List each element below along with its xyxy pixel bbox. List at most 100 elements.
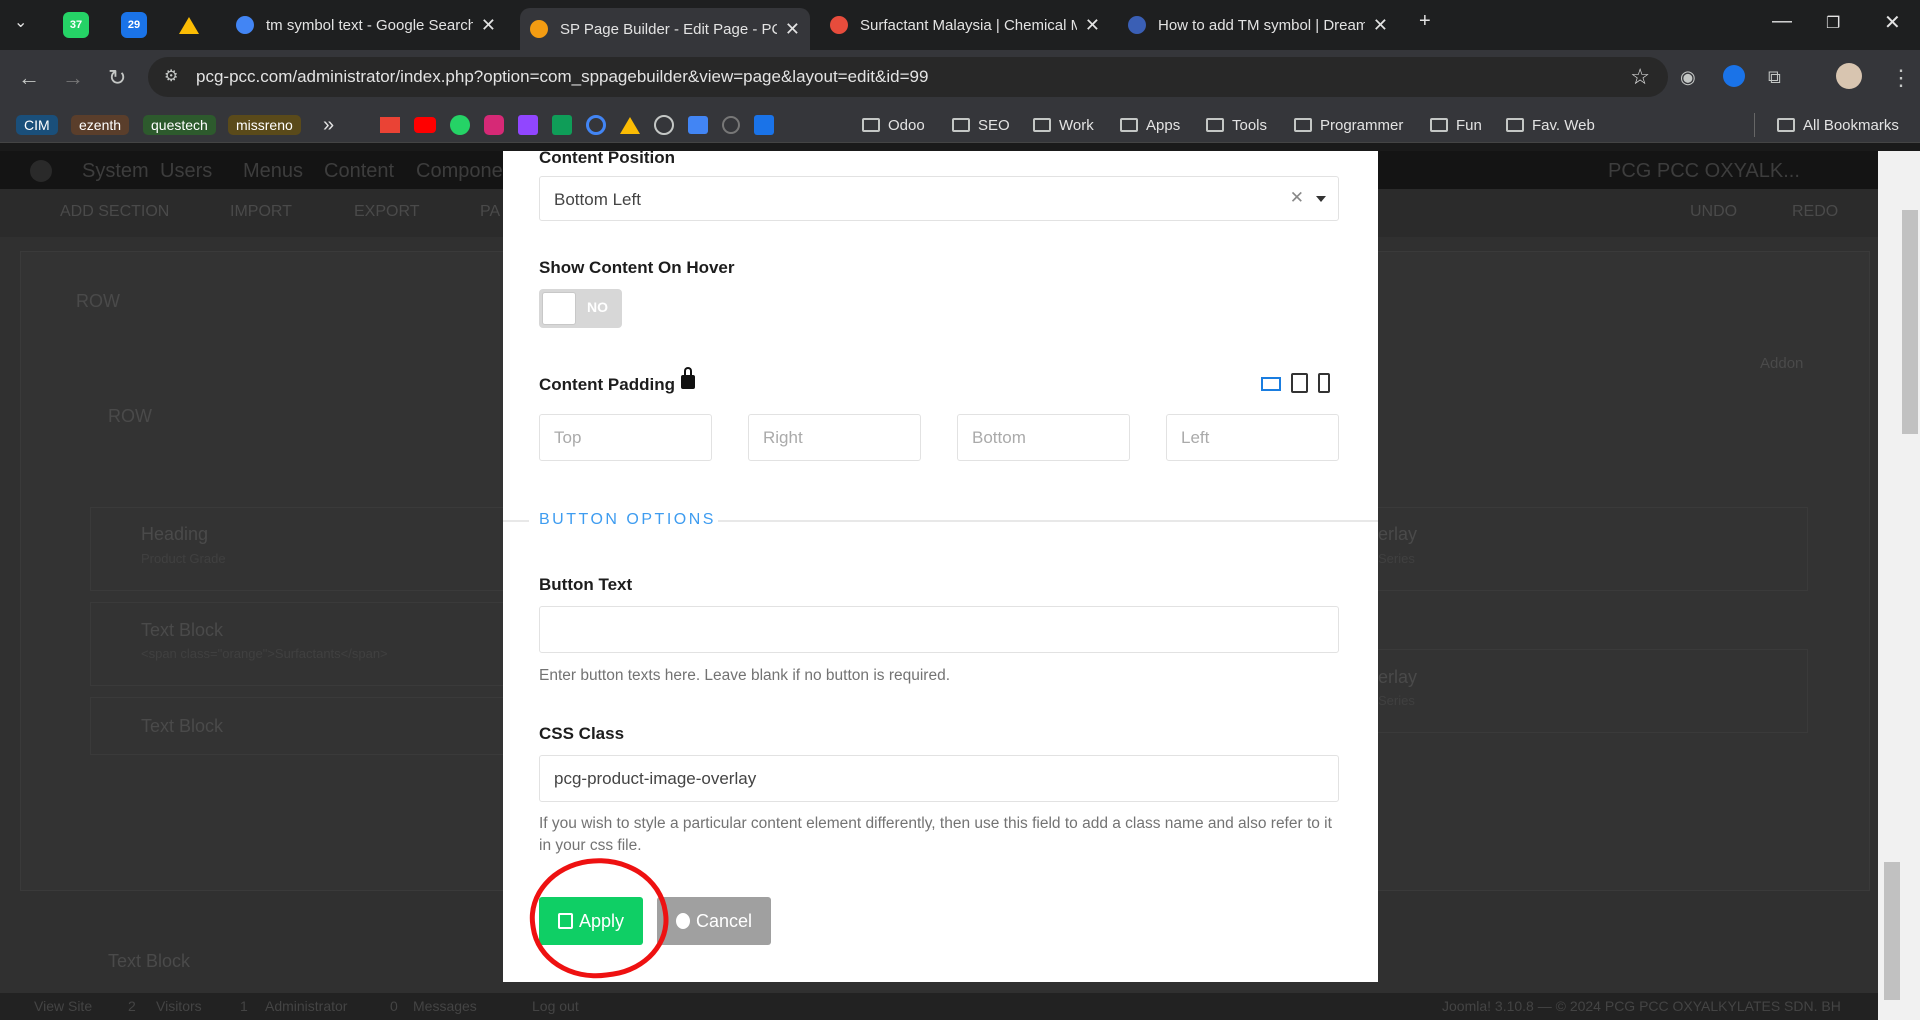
padding-bottom-input[interactable]: Bottom [957, 414, 1130, 461]
modal-scrollbar-thumb[interactable] [1884, 862, 1900, 1000]
calendar-icon[interactable] [754, 115, 774, 135]
chevron-down-icon[interactable] [1316, 196, 1326, 202]
instagram-icon[interactable] [484, 115, 504, 135]
tab-search-icon[interactable]: ⌄ [14, 12, 27, 32]
restore-button[interactable]: ❐ [1826, 13, 1840, 33]
more-bookmarks-icon[interactable]: » [323, 113, 334, 137]
drive-icon[interactable] [620, 116, 640, 134]
addon-subtitle: <span class="orange">Surfactants</span> [141, 646, 388, 661]
bookmark-folder-work[interactable]: Work [1033, 113, 1094, 137]
all-bookmarks[interactable]: All Bookmarks [1754, 113, 1899, 137]
redo-button: REDO [1792, 203, 1839, 220]
bookmark-cim[interactable]: CIM [16, 115, 58, 135]
clear-icon[interactable]: ✕ [1290, 188, 1304, 208]
folder-icon [1033, 118, 1051, 132]
addon-title: Heading [141, 524, 209, 544]
minimize-button[interactable]: — [1772, 10, 1792, 33]
tablet-icon[interactable] [1291, 373, 1308, 393]
folder-icon [952, 118, 970, 132]
button-text-help: Enter button texts here. Leave blank if … [539, 667, 951, 684]
tab-tm-symbol[interactable]: How to add TM symbol | Dream ✕ [1118, 8, 1398, 42]
extensions-icon[interactable]: ⧉ [1768, 67, 1781, 88]
url-text: pcg-pcc.com/administrator/index.php?opti… [196, 67, 929, 86]
folder-label: All Bookmarks [1803, 116, 1899, 134]
new-tab-button[interactable]: + [1419, 10, 1431, 33]
tab-google-search[interactable]: tm symbol text - Google Search ✕ [226, 8, 506, 42]
back-icon[interactable]: ← [18, 65, 40, 91]
button-text-label: Button Text [539, 575, 633, 594]
addon-title: erlay [1378, 524, 1418, 544]
mobile-icon[interactable] [1318, 373, 1330, 393]
footer-badge: 1 [240, 998, 248, 1014]
camera-icon[interactable]: ◉ [1680, 67, 1696, 88]
profile-avatar[interactable] [1836, 63, 1862, 89]
padding-placeholder: Top [554, 428, 582, 447]
lock-shackle [684, 367, 692, 377]
desktop-icon[interactable] [1261, 377, 1281, 391]
pinned-badge: 37 [69, 19, 83, 31]
addon-title: Text Block [141, 620, 224, 640]
bookmark-questech[interactable]: questech [143, 115, 216, 135]
pinned-tab-drive[interactable] [176, 12, 202, 38]
tab-title: SP Page Builder - Edit Page - PC [560, 20, 777, 38]
tab-sp-page-builder[interactable]: SP Page Builder - Edit Page - PC ✕ [520, 8, 810, 50]
padding-left-input[interactable]: Left [1166, 414, 1339, 461]
row-label: ROW [108, 406, 152, 426]
cancel-button[interactable]: Cancel [657, 897, 771, 945]
bookmark-folder-odoo[interactable]: Odoo [862, 113, 925, 137]
google-icon[interactable] [586, 115, 606, 135]
css-class-input[interactable]: pcg-product-image-overlay [539, 755, 1339, 802]
folder-label: Tools [1232, 116, 1268, 134]
bookmark-ezenth[interactable]: ezenth [71, 115, 130, 135]
youtube-icon[interactable] [414, 117, 436, 133]
folder-label: Work [1059, 116, 1094, 134]
bookmark-folder-fun[interactable]: Fun [1430, 113, 1482, 137]
css-class-label: CSS Class [539, 724, 625, 743]
whatsapp-icon[interactable] [450, 115, 470, 135]
sheets-icon[interactable] [552, 115, 572, 135]
bookmark-folder-programmer[interactable]: Programmer [1294, 113, 1403, 137]
reload-icon[interactable]: ↻ [108, 65, 126, 91]
nav-users: Users [160, 160, 213, 182]
scrollbar-thumb[interactable] [1902, 210, 1918, 434]
folder-icon [862, 118, 880, 132]
nav-menus: Menus [243, 160, 304, 182]
close-icon[interactable]: ✕ [1085, 15, 1100, 36]
pinned-tab-whatsapp[interactable]: 37 [63, 12, 89, 38]
page-settings-button: PA [480, 203, 501, 220]
chatgpt-icon[interactable] [654, 115, 674, 135]
close-icon[interactable]: ✕ [481, 15, 496, 36]
password-manager-icon[interactable] [1723, 65, 1745, 87]
button-text-input[interactable] [539, 606, 1339, 653]
site-info-icon[interactable]: ⚙ [164, 66, 178, 86]
bookmark-star-icon[interactable]: ☆ [1630, 64, 1650, 90]
site-icon [830, 16, 848, 34]
footer-visitors: Visitors [156, 998, 202, 1014]
show-content-hover-toggle[interactable]: NO [539, 289, 622, 328]
gmail-icon[interactable] [380, 117, 400, 133]
padding-right-input[interactable]: Right [748, 414, 921, 461]
twitch-icon[interactable] [518, 115, 538, 135]
pinned-badge: 29 [127, 19, 141, 31]
bookmark-folder-apps[interactable]: Apps [1120, 113, 1180, 137]
close-icon[interactable]: ✕ [785, 19, 800, 40]
menu-icon[interactable]: ⋮ [1890, 65, 1912, 91]
bookmark-missreno[interactable]: missreno [228, 115, 301, 135]
translate-icon[interactable] [688, 116, 708, 134]
close-icon[interactable]: ✕ [1373, 15, 1388, 36]
pinned-tab-calendar[interactable]: 29 [121, 12, 147, 38]
url-bar[interactable]: ⚙ pcg-pcc.com/administrator/index.php?op… [148, 57, 1668, 97]
clock-icon[interactable] [722, 116, 740, 134]
bookmark-folder-tools[interactable]: Tools [1206, 113, 1267, 137]
window-close-button[interactable]: ✕ [1884, 10, 1901, 35]
bookmark-folder-fav-web[interactable]: Fav. Web [1506, 113, 1595, 137]
addon-settings-modal: Content Position Bottom Left ✕ Show Cont… [503, 151, 1378, 982]
forward-icon[interactable]: → [62, 65, 84, 91]
lock-icon[interactable] [681, 375, 695, 389]
padding-top-input[interactable]: Top [539, 414, 712, 461]
content-position-select[interactable]: Bottom Left ✕ [539, 176, 1339, 221]
footer-view-site: View Site [34, 998, 93, 1014]
bookmark-folder-seo[interactable]: SEO [952, 113, 1010, 137]
tab-surfactant[interactable]: Surfactant Malaysia | Chemical M ✕ [820, 8, 1110, 42]
bookmarks-bar: CIM ezenth questech missreno » Odoo SEO … [0, 107, 1920, 143]
